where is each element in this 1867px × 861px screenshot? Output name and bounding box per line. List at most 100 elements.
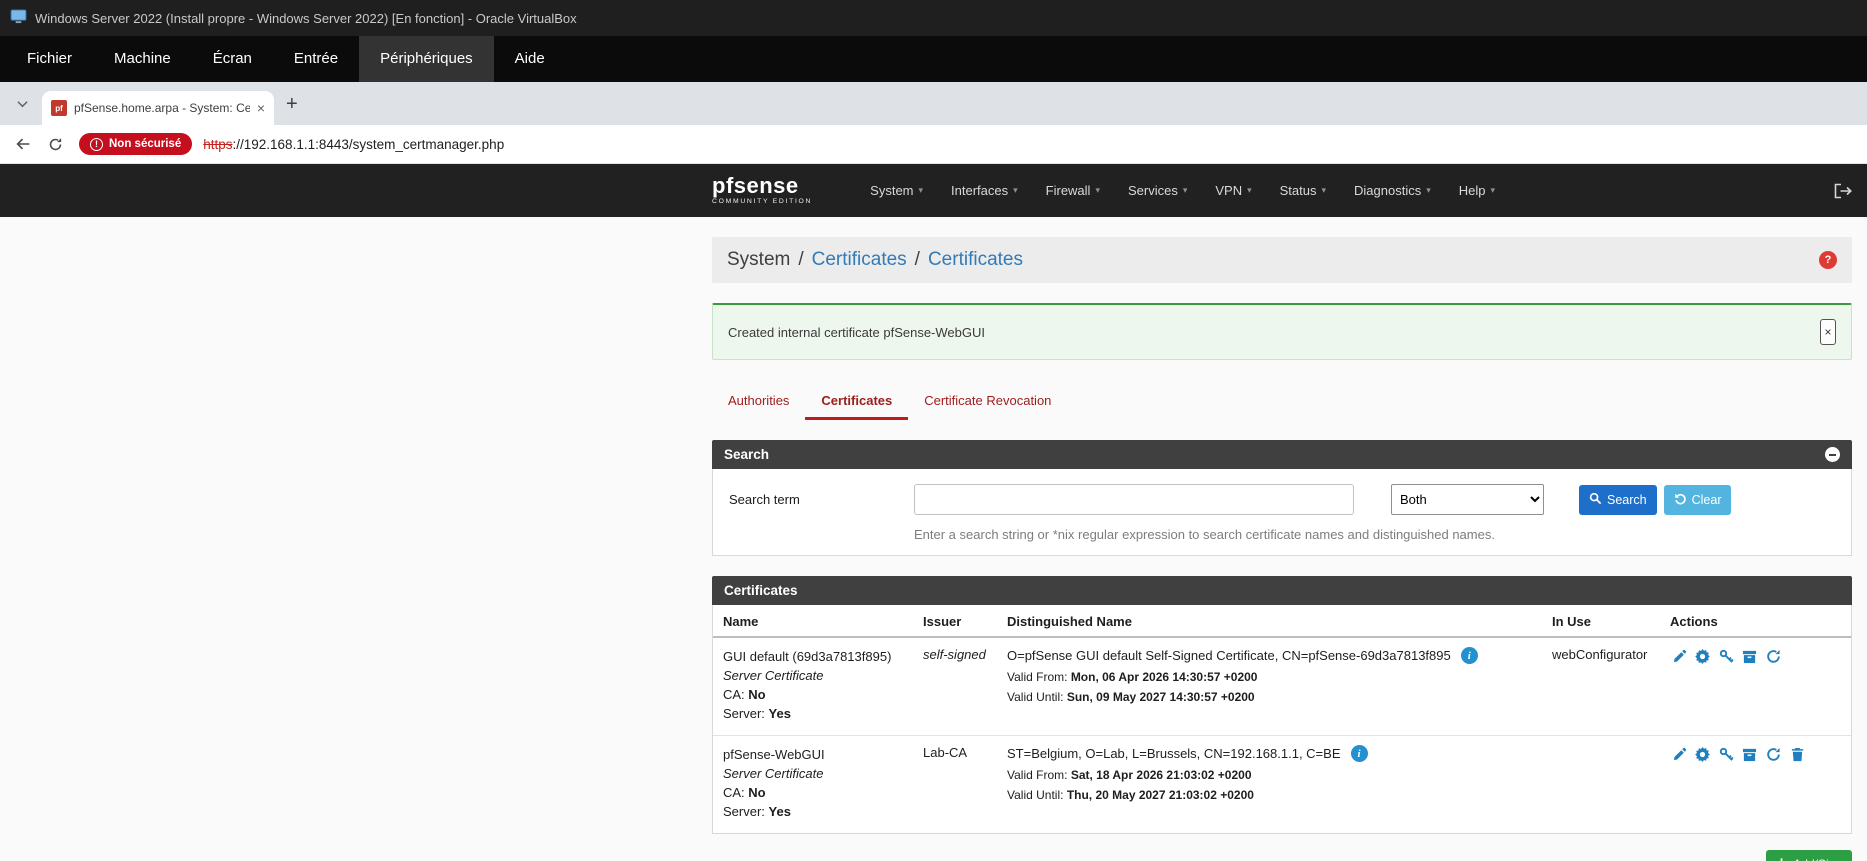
menubar-item-machine[interactable]: Machine [93, 36, 192, 82]
search-button[interactable]: Search [1579, 484, 1657, 515]
valid-from-line: Valid From: Mon, 06 Apr 2026 14:30:57 +0… [1007, 670, 1258, 684]
tab-certificate-revocation[interactable]: Certificate Revocation [908, 384, 1067, 420]
security-badge[interactable]: ! Non sécurisé [79, 133, 193, 155]
cert-actions-cell [1660, 637, 1851, 736]
pfsense-logo-text: pfsense [712, 173, 799, 199]
new-tab-button[interactable]: + [286, 94, 298, 114]
nav-item-help[interactable]: Help ▾ [1445, 176, 1509, 205]
certificates-panel-body: Name Issuer Distinguished Name In Use Ac… [712, 605, 1852, 834]
certificate-icon[interactable] [1694, 745, 1712, 763]
caret-down-icon: ▾ [1426, 185, 1431, 195]
breadcrumb-link-certificates-2[interactable]: Certificates [928, 249, 1023, 271]
valid-until-line: Valid Until: Sun, 09 May 2027 14:30:57 +… [1007, 690, 1255, 704]
menubar-item-aide[interactable]: Aide [494, 36, 566, 82]
add-sign-button-label: Add/Sign [1793, 857, 1842, 861]
warning-icon: ! [90, 137, 103, 151]
certificates-table: Name Issuer Distinguished Name In Use Ac… [713, 605, 1851, 833]
menubar-item-peripheriques[interactable]: Périphériques [359, 36, 494, 82]
key-icon[interactable] [1717, 647, 1735, 665]
key-icon[interactable] [1717, 745, 1735, 763]
cert-name-cell: GUI default (69d3a7813f895) Server Certi… [713, 637, 913, 736]
url-rest: ://192.168.1.1:8443/system_certmanager.p… [232, 136, 505, 152]
clear-button-label: Clear [1691, 492, 1722, 507]
pfsense-page: pfsense COMMUNITY EDITION System ▾ Interf… [0, 164, 1867, 861]
renew-icon[interactable] [1765, 647, 1783, 665]
tab-authorities[interactable]: Authorities [712, 384, 805, 420]
collapse-icon[interactable] [1825, 447, 1840, 462]
menubar-item-ecran[interactable]: Écran [192, 36, 273, 82]
address-bar[interactable]: ! Non sécurisé https://192.168.1.1:8443/… [79, 133, 1853, 155]
search-term-label: Search term [729, 492, 800, 507]
nav-item-services[interactable]: Services ▾ [1114, 176, 1201, 205]
certificates-panel-title: Certificates [724, 583, 798, 598]
nav-item-interfaces[interactable]: Interfaces ▾ [937, 176, 1032, 205]
info-icon[interactable]: i [1460, 647, 1478, 664]
cert-in-use: webConfigurator [1552, 647, 1648, 662]
valid-until-line: Valid Until: Thu, 20 May 2027 21:03:02 +… [1007, 788, 1254, 802]
cert-dn-cell: O=pfSense GUI default Self-Signed Certif… [997, 637, 1542, 736]
nav-item-diagnostics[interactable]: Diagnostics ▾ [1340, 176, 1445, 205]
tab-certificates[interactable]: Certificates [805, 384, 909, 420]
refresh-button[interactable] [48, 137, 63, 152]
add-sign-button[interactable]: Add/Sign [1766, 850, 1852, 861]
nav-item-status[interactable]: Status ▾ [1266, 176, 1340, 205]
cert-dn: ST=Belgium, O=Lab, L=Brussels, CN=192.16… [1007, 746, 1341, 761]
pfsense-favicon: pf [51, 100, 67, 116]
search-button-label: Search [1607, 492, 1647, 507]
archive-icon[interactable] [1741, 647, 1759, 665]
vbox-menubar: Fichier Machine Écran Entrée Périphériqu… [0, 36, 1867, 82]
menubar-item-fichier[interactable]: Fichier [6, 36, 93, 82]
cert-server-line: Server: Yes [723, 804, 791, 819]
cert-issuer: self-signed [923, 647, 986, 662]
cert-server-line: Server: Yes [723, 706, 791, 721]
tab-search-chevron-icon[interactable] [10, 92, 34, 116]
cert-type: Server Certificate [723, 668, 824, 683]
archive-icon[interactable] [1741, 745, 1759, 763]
search-icon [1589, 492, 1602, 508]
nav-item-firewall[interactable]: Firewall ▾ [1032, 176, 1114, 205]
alert-close-button[interactable]: × [1820, 319, 1836, 345]
nav-item-label: Diagnostics [1354, 183, 1422, 198]
security-badge-label: Non sécurisé [109, 138, 182, 150]
cert-in-use [1542, 735, 1660, 833]
edit-icon[interactable] [1670, 745, 1688, 763]
content-container: System / Certificates / Certificates ? C… [712, 237, 1852, 861]
search-panel-header: Search [712, 440, 1852, 469]
search-scope-select[interactable]: Both [1391, 484, 1544, 515]
cert-issuer: Lab-CA [913, 735, 997, 833]
nav-item-system[interactable]: System ▾ [856, 176, 937, 205]
nav-item-label: Firewall [1045, 183, 1091, 198]
caret-down-icon: ▾ [1247, 185, 1252, 195]
logout-icon[interactable] [1834, 183, 1852, 199]
window-title: Windows Server 2022 (Install propre - Wi… [35, 10, 577, 26]
table-row: GUI default (69d3a7813f895) Server Certi… [713, 637, 1851, 736]
vbox-app-icon [10, 9, 27, 27]
column-header-distinguished-name: Distinguished Name [997, 605, 1542, 638]
info-icon[interactable]: i [1350, 745, 1368, 762]
browser-tab[interactable]: pf pfSense.home.arpa - System: Cert × [42, 91, 274, 125]
browser-toolbar: ! Non sécurisé https://192.168.1.1:8443/… [0, 125, 1867, 164]
renew-icon[interactable] [1765, 745, 1783, 763]
clear-button[interactable]: Clear [1663, 484, 1732, 515]
edit-icon[interactable] [1670, 647, 1688, 665]
breadcrumb-system: System [727, 249, 791, 270]
browser-tabstrip: pf pfSense.home.arpa - System: Cert × + [0, 82, 1867, 125]
delete-icon[interactable] [1788, 745, 1806, 763]
cert-actions-cell [1660, 735, 1851, 833]
nav-item-label: Interfaces [951, 183, 1009, 198]
search-panel-body: Search term Both Search Clear Enter a se… [712, 469, 1852, 556]
breadcrumb-link-certificates[interactable]: Certificates [812, 249, 907, 271]
tab-close-icon[interactable]: × [257, 100, 265, 116]
caret-down-icon: ▾ [918, 185, 924, 195]
nav-item-label: VPN [1215, 183, 1243, 198]
plus-icon [1776, 857, 1787, 861]
menubar-item-entree[interactable]: Entrée [273, 36, 359, 82]
certificate-icon[interactable] [1694, 647, 1712, 665]
nav-item-vpn[interactable]: VPN ▾ [1201, 176, 1265, 205]
pfsense-logo[interactable]: pfsense COMMUNITY EDITION [712, 175, 812, 206]
back-button[interactable] [14, 135, 32, 153]
help-icon[interactable]: ? [1819, 251, 1837, 269]
cert-name-cell: pfSense-WebGUI Server Certificate CA: No… [713, 735, 913, 833]
search-term-input[interactable] [914, 484, 1354, 515]
url-scheme: https [203, 136, 233, 152]
